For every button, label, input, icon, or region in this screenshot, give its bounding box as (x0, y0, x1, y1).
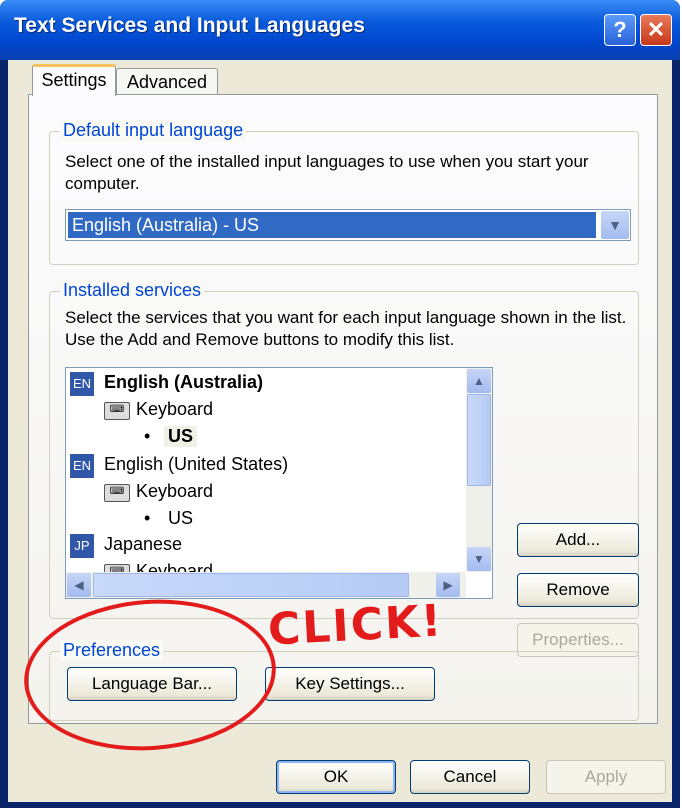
horizontal-scrollbar[interactable]: ◀ ▶ (66, 572, 466, 598)
cancel-button[interactable]: Cancel (410, 760, 530, 794)
bullet-icon: • (144, 508, 151, 528)
scroll-down-icon[interactable]: ▼ (467, 547, 491, 571)
default-language-select[interactable]: English (Australia) - US ▼ (65, 209, 631, 241)
bullet-icon: • (144, 426, 151, 446)
scroll-up-icon[interactable]: ▲ (467, 369, 491, 393)
ok-button[interactable]: OK (276, 760, 396, 794)
vertical-scrollbar[interactable]: ▲ ▼ (466, 368, 492, 572)
keyboard-icon: ⌨ (104, 484, 130, 502)
list-item[interactable]: Japanese (104, 534, 182, 555)
default-language-value: English (Australia) - US (68, 212, 596, 238)
language-code-badge: JP (70, 534, 94, 558)
keyboard-icon: ⌨ (104, 402, 130, 420)
annotation-text: CLICK! (266, 595, 445, 656)
default-input-group-label: Default input language (60, 120, 247, 141)
add-button[interactable]: Add... (517, 523, 639, 557)
horizontal-scroll-thumb[interactable] (93, 573, 409, 597)
installed-services-description: Select the services that you want for ea… (65, 308, 627, 349)
tab-settings[interactable]: Settings (32, 64, 116, 96)
title-bar[interactable]: Text Services and Input Languages ? ✕ (0, 0, 680, 60)
scroll-left-icon[interactable]: ◀ (67, 573, 91, 597)
remove-button[interactable]: Remove (517, 573, 639, 607)
apply-button[interactable]: Apply (546, 760, 666, 794)
list-item[interactable]: English (United States) (104, 454, 288, 475)
list-item[interactable]: Keyboard (136, 399, 213, 420)
close-button[interactable]: ✕ (640, 14, 672, 46)
chevron-down-icon[interactable]: ▼ (601, 211, 629, 239)
installed-services-group-label: Installed services (60, 280, 205, 301)
language-code-badge: EN (70, 372, 94, 396)
list-item[interactable]: US (168, 508, 193, 529)
list-item[interactable]: Keyboard (136, 481, 213, 502)
list-item[interactable]: English (Australia) (104, 372, 263, 393)
default-input-description: Select one of the installed input langua… (65, 152, 589, 193)
installed-services-list[interactable]: EN English (Australia) ⌨ Keyboard • US E… (65, 367, 493, 599)
window-title: Text Services and Input Languages (14, 14, 365, 37)
key-settings-button[interactable]: Key Settings... (265, 667, 435, 701)
tab-advanced[interactable]: Advanced (116, 68, 218, 96)
list-item[interactable]: US (164, 426, 198, 447)
language-code-badge: EN (70, 454, 94, 478)
help-button[interactable]: ? (604, 14, 636, 46)
scroll-right-icon[interactable]: ▶ (436, 573, 460, 597)
vertical-scroll-thumb[interactable] (467, 394, 491, 486)
